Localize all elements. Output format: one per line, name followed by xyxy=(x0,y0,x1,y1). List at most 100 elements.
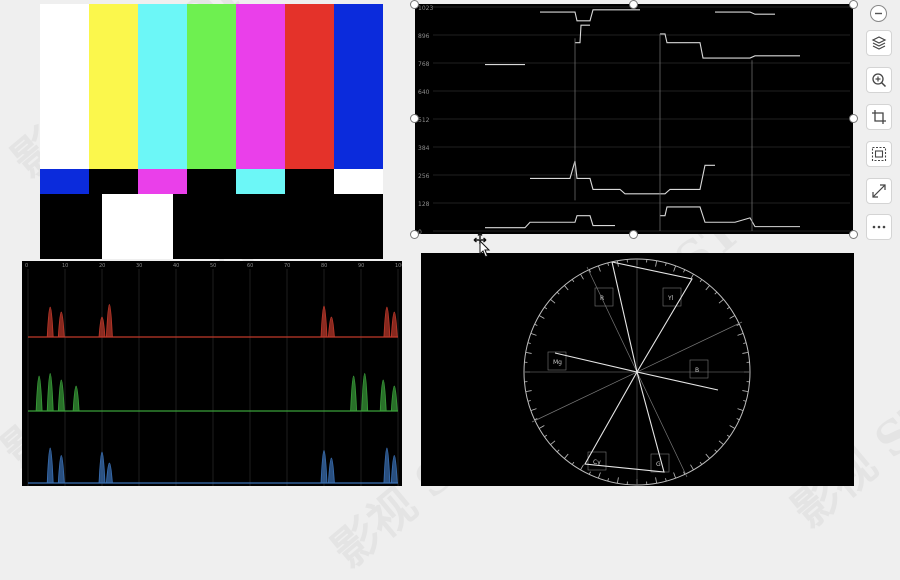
vectorscope-tick xyxy=(738,409,744,411)
layers-button[interactable] xyxy=(866,30,892,56)
pluge-white-patch xyxy=(102,194,173,259)
vectorscope-tick xyxy=(617,477,618,483)
parade-tick-label: 90 xyxy=(358,263,364,269)
parade-spike xyxy=(384,448,390,483)
parade-spike xyxy=(99,452,105,483)
color-bar xyxy=(89,4,139,169)
parade-tick-label: 70 xyxy=(284,263,290,269)
vectorscope-tick xyxy=(557,292,559,294)
vectorscope-tick xyxy=(742,391,748,392)
waveform-tick-label: 512 xyxy=(418,117,430,124)
vectorscope-tick xyxy=(589,472,590,475)
vectorscope-tick xyxy=(550,299,555,303)
vectorscope-tick xyxy=(742,352,748,353)
waveform-trace xyxy=(660,207,800,227)
parade-tick-label: 10 xyxy=(62,263,68,269)
move-cursor-icon xyxy=(472,232,492,258)
vectorscope-tick xyxy=(550,441,555,445)
parade-spike xyxy=(384,307,390,337)
parade-spike xyxy=(58,380,64,411)
vectorscope-tick xyxy=(719,441,724,445)
resize-handle-sw[interactable] xyxy=(410,230,419,239)
parade-spike xyxy=(47,374,53,412)
vectorscope-tick xyxy=(700,462,702,464)
parade-spike xyxy=(321,451,327,484)
parade-spike xyxy=(36,376,42,411)
resize-button[interactable] xyxy=(866,178,892,204)
waveform-scope[interactable]: 10238967686405123842561280 xyxy=(415,4,853,234)
vectorscope-tick xyxy=(544,307,546,309)
color-bar-reverse xyxy=(40,169,90,194)
vectorscope-target-label: B xyxy=(695,367,699,374)
color-bar xyxy=(285,4,335,169)
parade-spike xyxy=(391,456,397,484)
vectorscope-tick xyxy=(743,343,746,344)
vectorscope-tick xyxy=(656,261,657,267)
vectorscope-target-label: Yl xyxy=(667,295,674,302)
vectorscope-tick xyxy=(526,352,532,353)
vectorscope-tick xyxy=(730,316,735,319)
parade-spike xyxy=(73,386,79,411)
crop-button[interactable] xyxy=(866,104,892,130)
vectorscope-tick xyxy=(674,473,676,479)
resize-handle-e[interactable] xyxy=(849,114,858,123)
parade-spike xyxy=(106,305,112,338)
minus-circle-icon[interactable] xyxy=(870,5,887,22)
resize-handle-s[interactable] xyxy=(629,230,638,239)
color-bar-reverse xyxy=(89,169,139,194)
vectorscope-tick xyxy=(715,450,717,452)
vectorscope-tick xyxy=(544,435,546,437)
parade-tick-label: 50 xyxy=(210,263,216,269)
parade-spike xyxy=(362,374,368,412)
parade-spike xyxy=(58,456,64,484)
parade-tick-label: 100 xyxy=(395,263,402,269)
parade-spike xyxy=(99,317,105,337)
rgb-parade-scope[interactable]: 0102030405060708090100 xyxy=(22,261,402,486)
color-bar-reverse xyxy=(285,169,335,194)
parade-tick-label: 20 xyxy=(99,263,105,269)
parade-spike xyxy=(106,463,112,483)
resize-handle-w[interactable] xyxy=(410,114,419,123)
resize-handle-n[interactable] xyxy=(629,0,638,9)
color-bars-middle-row xyxy=(40,169,383,194)
vectorscope-tick xyxy=(665,263,666,266)
vectorscope-tick xyxy=(572,462,574,464)
vectorscope-tick xyxy=(581,274,584,279)
more-button[interactable] xyxy=(866,214,892,240)
vectorscope-tick xyxy=(528,343,531,344)
zoom-in-icon xyxy=(871,72,887,88)
parade-spike xyxy=(47,307,53,337)
vectorscope-tick xyxy=(700,279,702,281)
waveform-tick-label: 640 xyxy=(418,89,430,96)
waveform-trace xyxy=(575,25,590,43)
vectorscope-tick xyxy=(706,285,710,290)
vectorscope-target-label: R xyxy=(600,295,604,302)
vectorscope-tick xyxy=(738,333,744,335)
color-bars-image[interactable] xyxy=(40,4,383,259)
vectorscope-tick xyxy=(691,465,694,470)
vectorscope-tick xyxy=(608,263,609,266)
vectorscope-tick xyxy=(539,426,544,429)
vectorscope-tick xyxy=(656,477,657,483)
color-bars-top-row xyxy=(40,4,383,169)
zoom-in-button[interactable] xyxy=(866,67,892,93)
select-frame-icon xyxy=(871,146,887,162)
color-bar xyxy=(187,4,237,169)
select-frame-button[interactable] xyxy=(866,141,892,167)
layers-icon xyxy=(871,35,887,51)
vectorscope-tick xyxy=(564,285,568,290)
color-bar-reverse xyxy=(138,169,188,194)
waveform-tick-label: 256 xyxy=(418,173,430,180)
vectorscope-target-label: Mg xyxy=(553,359,562,366)
parade-spike xyxy=(380,380,386,411)
image-toolbar xyxy=(864,0,894,245)
vectorscope[interactable]: RMgBCyGYl xyxy=(421,253,854,486)
resize-handle-se[interactable] xyxy=(849,230,858,239)
parade-tick-label: 60 xyxy=(247,263,253,269)
resize-handle-ne[interactable] xyxy=(849,0,858,9)
parade-spike xyxy=(391,386,397,411)
vectorscope-tick xyxy=(665,478,666,481)
resize-handle-nw[interactable] xyxy=(410,0,419,9)
vectorscope-tick xyxy=(581,465,584,470)
color-bar xyxy=(138,4,188,169)
